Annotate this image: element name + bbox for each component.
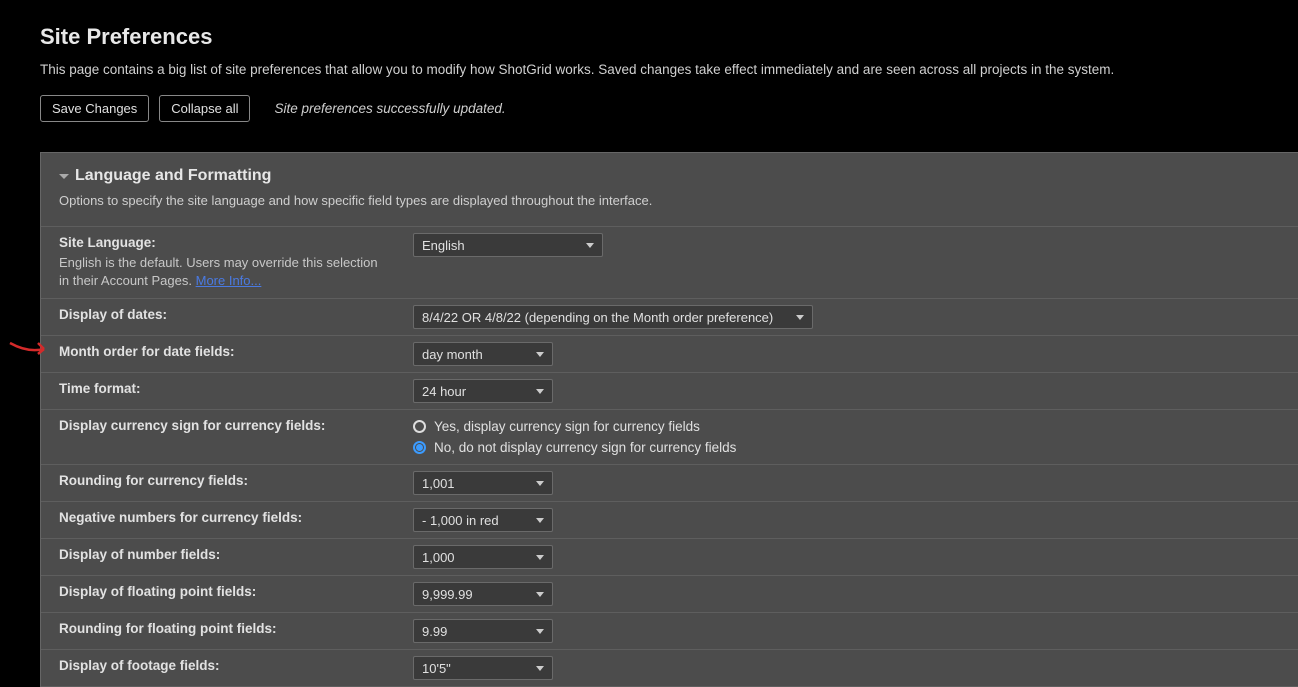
- row-display-footage: Display of footage fields: 10'5": [41, 649, 1298, 687]
- display-footage-label: Display of footage fields:: [41, 650, 401, 686]
- display-dates-label: Display of dates:: [41, 299, 401, 335]
- section-description: Options to specify the site language and…: [59, 185, 1280, 220]
- currency-sign-label: Display currency sign for currency field…: [41, 410, 401, 464]
- display-number-label: Display of number fields:: [41, 539, 401, 575]
- display-number-select[interactable]: 1,000: [413, 545, 553, 569]
- site-language-label: Site Language:: [59, 235, 389, 250]
- row-site-language: Site Language: English is the default. U…: [41, 226, 1298, 298]
- row-month-order: Month order for date fields: day month: [41, 335, 1298, 372]
- row-negative-currency: Negative numbers for currency fields: - …: [41, 501, 1298, 538]
- currency-sign-no-radio[interactable]: [413, 441, 426, 454]
- month-order-select[interactable]: day month: [413, 342, 553, 366]
- currency-sign-yes-label: Yes, display currency sign for currency …: [434, 419, 700, 434]
- status-message: Site preferences successfully updated.: [274, 101, 505, 116]
- display-footage-select[interactable]: 10'5": [413, 656, 553, 680]
- rounding-currency-label: Rounding for currency fields:: [41, 465, 401, 501]
- currency-sign-yes-radio[interactable]: [413, 420, 426, 433]
- section-title: Language and Formatting: [75, 167, 271, 185]
- row-display-dates: Display of dates: 8/4/22 OR 4/8/22 (depe…: [41, 298, 1298, 335]
- row-time-format: Time format: 24 hour: [41, 372, 1298, 409]
- negative-currency-select[interactable]: - 1,000 in red: [413, 508, 553, 532]
- page-description: This page contains a big list of site pr…: [40, 62, 1258, 77]
- rounding-float-select[interactable]: 9.99: [413, 619, 553, 643]
- page-title: Site Preferences: [40, 24, 1258, 50]
- display-float-select[interactable]: 9,999.99: [413, 582, 553, 606]
- row-display-float: Display of floating point fields: 9,999.…: [41, 575, 1298, 612]
- section-toggle[interactable]: Language and Formatting: [59, 167, 1280, 185]
- currency-sign-no-label: No, do not display currency sign for cur…: [434, 440, 736, 455]
- rounding-currency-select[interactable]: 1,001: [413, 471, 553, 495]
- display-float-label: Display of floating point fields:: [41, 576, 401, 612]
- row-currency-sign: Display currency sign for currency field…: [41, 409, 1298, 464]
- save-changes-button[interactable]: Save Changes: [40, 95, 149, 122]
- site-language-help: English is the default. Users may overri…: [59, 254, 389, 290]
- row-display-number: Display of number fields: 1,000: [41, 538, 1298, 575]
- row-rounding-currency: Rounding for currency fields: 1,001: [41, 464, 1298, 501]
- site-language-select[interactable]: English: [413, 233, 603, 257]
- chevron-down-icon: [59, 174, 69, 179]
- more-info-link[interactable]: More Info...: [196, 273, 262, 288]
- month-order-label: Month order for date fields:: [41, 336, 401, 372]
- negative-currency-label: Negative numbers for currency fields:: [41, 502, 401, 538]
- row-rounding-float: Rounding for floating point fields: 9.99: [41, 612, 1298, 649]
- time-format-label: Time format:: [41, 373, 401, 409]
- time-format-select[interactable]: 24 hour: [413, 379, 553, 403]
- display-dates-select[interactable]: 8/4/22 OR 4/8/22 (depending on the Month…: [413, 305, 813, 329]
- collapse-all-button[interactable]: Collapse all: [159, 95, 250, 122]
- preferences-panel: Language and Formatting Options to speci…: [40, 152, 1298, 687]
- rounding-float-label: Rounding for floating point fields:: [41, 613, 401, 649]
